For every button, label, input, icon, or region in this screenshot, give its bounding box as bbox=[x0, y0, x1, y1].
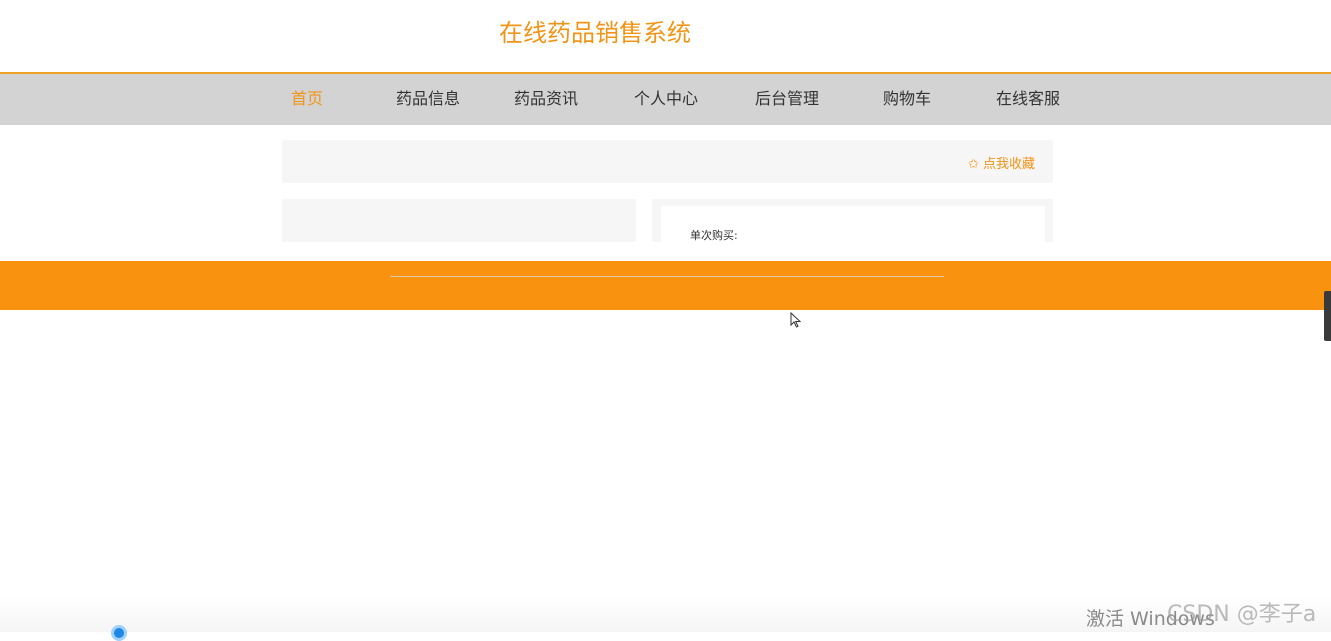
nav-item-home[interactable]: 首页 bbox=[291, 88, 323, 110]
nav-item-drug-info[interactable]: 药品信息 bbox=[396, 88, 460, 110]
nav-item-drug-news[interactable]: 药品资讯 bbox=[514, 88, 578, 110]
floating-dot-icon[interactable] bbox=[111, 625, 127, 641]
footer-divider bbox=[390, 276, 944, 277]
favorite-link[interactable]: ✩ 点我收藏 bbox=[968, 153, 1035, 172]
watermark-text: CSDN @李子a bbox=[1167, 602, 1317, 627]
product-detail-card: 单次购买: bbox=[661, 206, 1045, 242]
product-detail-panel: 单次购买: bbox=[652, 199, 1053, 242]
mouse-cursor-icon bbox=[790, 311, 802, 332]
scrollbar-thumb[interactable] bbox=[1324, 291, 1331, 341]
buy-quantity-label: 单次购买: bbox=[690, 229, 738, 242]
footer bbox=[0, 261, 1331, 310]
favorite-bar: ✩ 点我收藏 bbox=[282, 140, 1053, 183]
product-image-panel bbox=[282, 199, 636, 242]
main-nav: 首页 药品信息 药品资讯 个人中心 后台管理 购物车 在线客服 bbox=[0, 72, 1331, 125]
nav-item-customer-service[interactable]: 在线客服 bbox=[996, 88, 1060, 110]
nav-item-personal-center[interactable]: 个人中心 bbox=[634, 88, 698, 110]
nav-item-admin[interactable]: 后台管理 bbox=[755, 88, 819, 110]
site-title: 在线药品销售系统 bbox=[499, 19, 691, 47]
nav-item-cart[interactable]: 购物车 bbox=[883, 88, 931, 110]
